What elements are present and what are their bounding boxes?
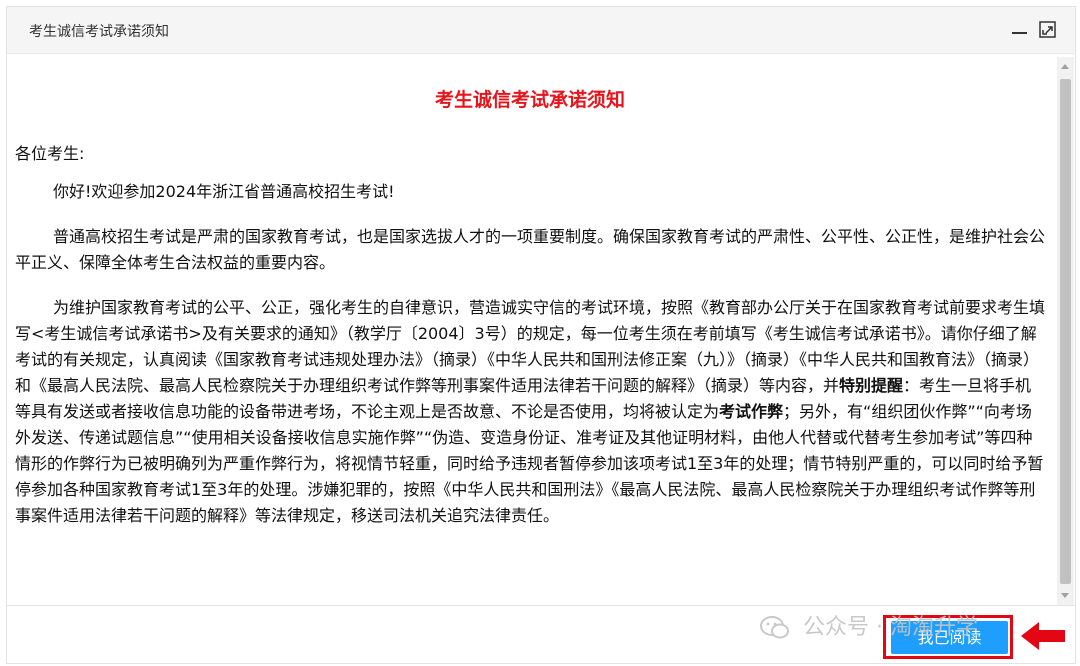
special-reminder-label: 特别提醒: [839, 376, 904, 395]
maximize-icon[interactable]: [1037, 19, 1059, 41]
notice-dialog: 考生诚信考试承诺须知 考生诚信考试承诺须知 各位考生: 你好!欢迎参加2024年…: [6, 6, 1076, 664]
scrollbar-thumb[interactable]: [1060, 79, 1071, 584]
notice-content: 考生诚信考试承诺须知 各位考生: 你好!欢迎参加2024年浙江省普通高校招生考试…: [15, 59, 1045, 599]
paragraph-importance: 普通高校招生考试是严肃的国家教育考试，也是国家选拔人才的一项重要制度。确保国家教…: [15, 227, 1045, 272]
watermark-text: 公众号 · 淘淘升学: [803, 615, 978, 640]
red-arrow-icon: [1021, 622, 1065, 650]
wechat-icon: [760, 616, 789, 639]
dialog-titlebar: 考生诚信考试承诺须知: [7, 7, 1075, 54]
paragraph-rules: 为维护国家教育考试的公平、公正，强化考生的自律意识，营造诚实守信的考试环境，按照…: [15, 295, 1045, 529]
paragraph-welcome: 你好!欢迎参加2024年浙江省普通高校招生考试!: [53, 182, 395, 201]
minimize-icon[interactable]: [1009, 19, 1031, 41]
greeting: 各位考生:: [15, 144, 85, 163]
watermark: 公众号 · 淘淘升学: [760, 608, 978, 648]
notice-heading: 考生诚信考试承诺须知: [434, 89, 625, 111]
dialog-title: 考生诚信考试承诺须知: [29, 24, 169, 40]
cheating-term: 考试作弊: [719, 402, 784, 421]
vertical-scrollbar[interactable]: [1057, 57, 1074, 605]
scroll-down-icon[interactable]: [1061, 593, 1069, 598]
scroll-up-icon[interactable]: [1061, 64, 1069, 69]
